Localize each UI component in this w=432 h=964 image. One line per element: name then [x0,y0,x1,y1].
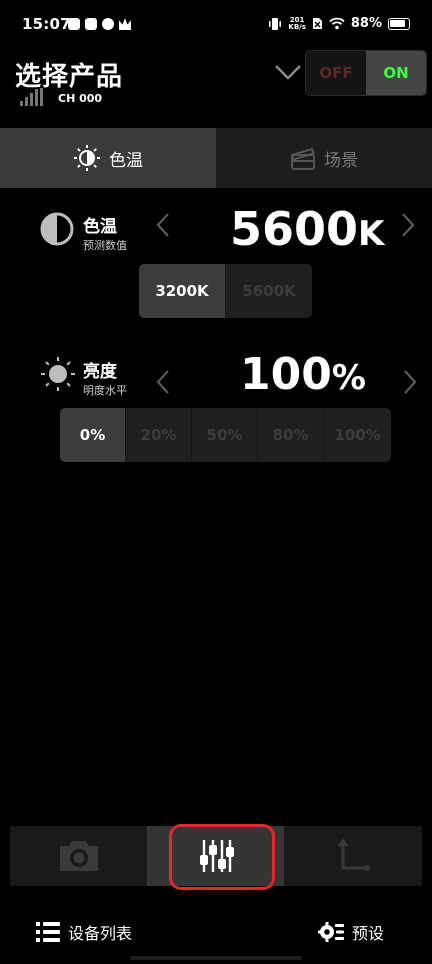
color-temp-value[interactable]: 5600K [230,202,384,256]
chevron-down-icon[interactable] [274,62,302,82]
tab-scene[interactable]: 场景 [216,128,432,188]
presets-button[interactable]: 预设 [318,920,384,944]
clapperboard-icon [290,147,315,170]
notification-icons [68,18,131,30]
device-list-label: 设备列表 [68,924,133,943]
list-icon [36,922,60,942]
mail-icon [68,18,80,30]
brightness-value[interactable]: 100% [240,349,366,400]
mode-tabs: 色温 场景 [0,128,432,188]
color-temp-presets: 3200K 5600K [139,264,312,318]
cct-sun-icon [74,145,100,171]
brightness-presets: 0% 20% 50% 80% 100% [60,408,391,462]
highlight-ring [169,824,275,890]
channel-label: CH 000 [58,92,103,105]
brightness-sub: 明度水平 [83,384,127,397]
crown-icon [119,18,131,30]
brightness-sun-icon [41,357,75,391]
color-temp-increase-arrow[interactable] [400,212,416,238]
link-app-icon [102,18,114,30]
color-temp-name: 色温 [83,217,117,237]
brightness-row: 亮度 明度水平 100% [0,345,432,415]
brightness-increase-arrow[interactable] [402,369,418,395]
system-icons: 201 KB/s 88% [268,16,410,31]
brightness-decrease-arrow[interactable] [155,369,171,395]
preset-50-percent[interactable]: 50% [192,408,258,462]
power-off-button[interactable]: OFF [306,51,366,95]
color-temp-decrease-arrow[interactable] [155,212,171,238]
preset-100-percent[interactable]: 100% [324,408,391,462]
device-list-button[interactable]: 设备列表 [36,920,132,944]
status-time: 15:07 [22,15,71,33]
camera-icon [59,841,98,871]
preset-0-percent[interactable]: 0% [60,408,126,462]
preset-3200k[interactable]: 3200K [139,264,226,318]
tab-color-temp[interactable]: 色温 [0,128,216,188]
battery-icon [388,17,410,30]
header: 选择产品 CH 000 OFF ON [0,50,432,128]
gear-list-icon [318,922,344,942]
tab-scene-label: 场景 [324,150,358,171]
video-app-icon [85,18,97,30]
preset-80-percent[interactable]: 80% [258,408,324,462]
camera-mode-button[interactable] [10,826,147,886]
color-temp-sub: 预测数值 [83,239,127,252]
vibrate-icon [269,17,282,30]
wifi-icon [329,17,345,30]
presets-label: 预设 [352,924,385,943]
net-speed: 201 KB/s [288,15,306,31]
axis-icon [337,838,370,871]
footer-nav: 设备列表 预设 [0,904,432,960]
preset-5600k[interactable]: 5600K [226,264,312,318]
signal-strength-icon [20,88,44,106]
axis-mode-button[interactable] [284,826,421,886]
status-bar: 15:07 201 KB/s 88% [0,0,432,50]
brightness-name: 亮度 [83,362,117,382]
power-toggle[interactable]: OFF ON [305,50,427,96]
half-circle-icon [40,212,74,246]
no-sim-icon [312,18,322,29]
color-temp-row: 色温 预测数值 5600K [0,196,432,266]
preset-20-percent[interactable]: 20% [126,408,192,462]
power-on-button[interactable]: ON [366,51,426,95]
tab-color-temp-label: 色温 [109,150,143,171]
home-indicator [130,956,302,960]
battery-percent: 88% [350,16,382,31]
